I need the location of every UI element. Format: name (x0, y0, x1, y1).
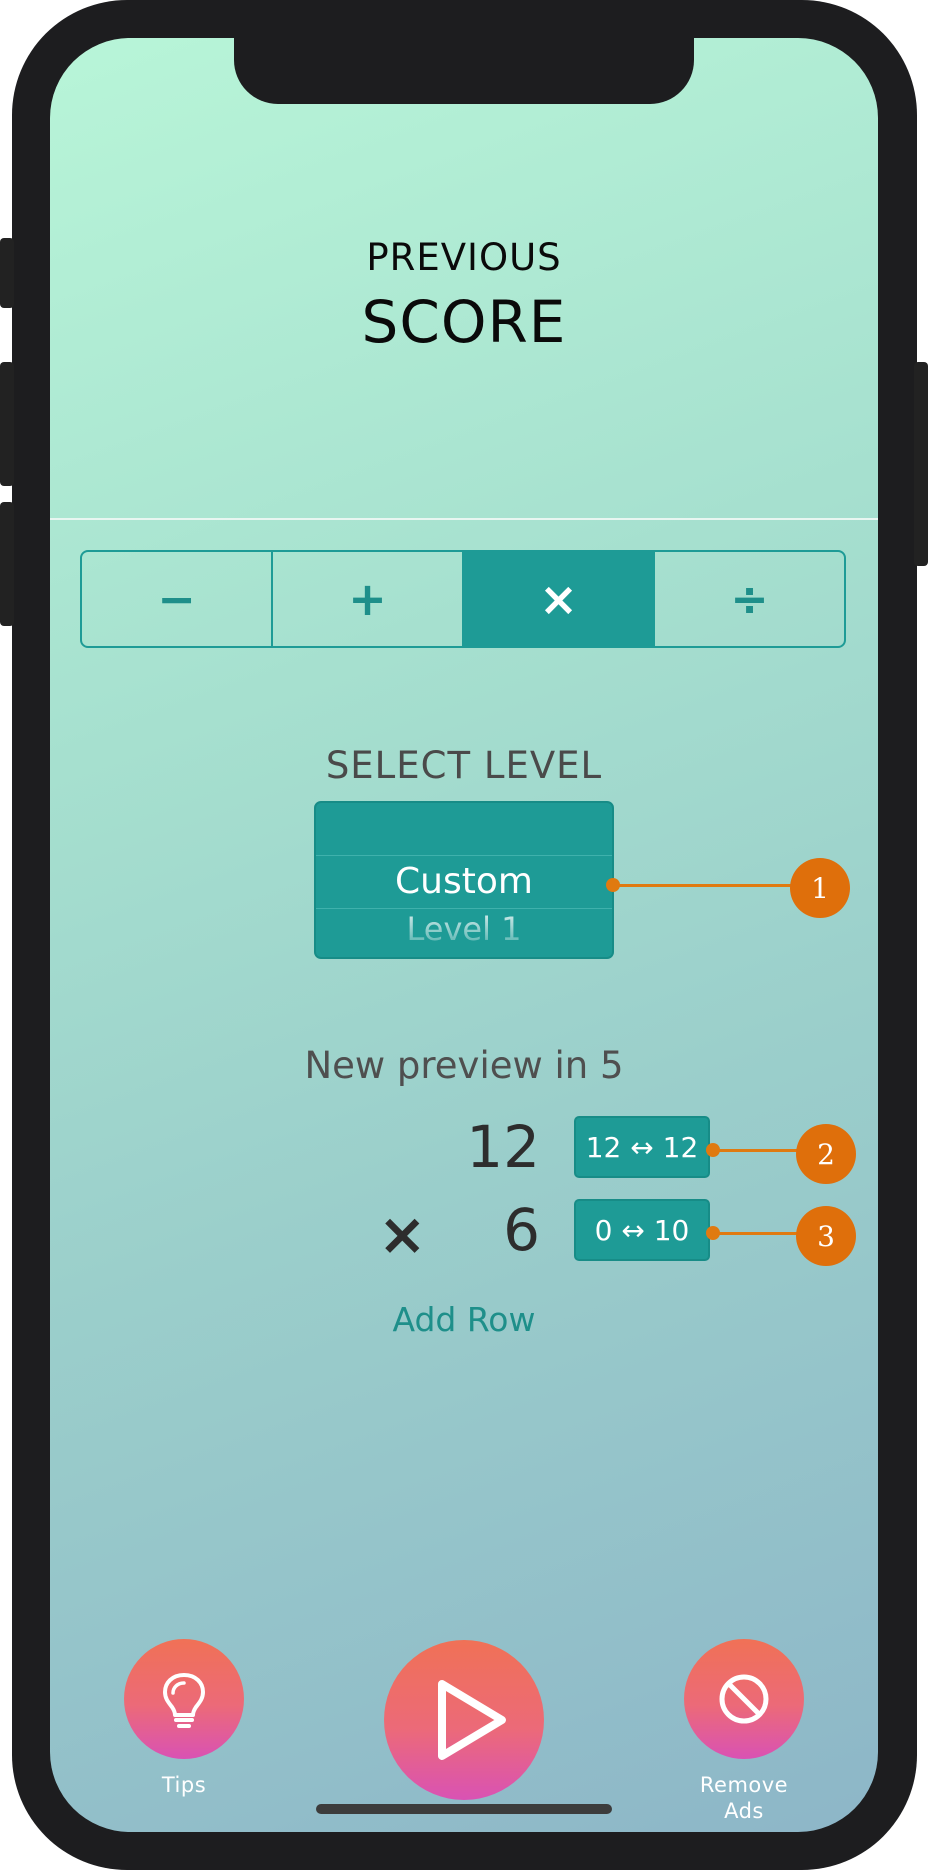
multiply-segment[interactable]: × (464, 552, 655, 646)
select-level-label: SELECT LEVEL (325, 744, 603, 787)
callout-3-line (714, 1232, 800, 1235)
notch (234, 38, 694, 104)
add-row-button[interactable]: Add Row (0, 1300, 928, 1339)
subtract-segment[interactable]: − (82, 552, 273, 646)
remove-ads-button[interactable] (684, 1639, 804, 1759)
picker-next-level[interactable]: Level 1 (316, 907, 612, 957)
preview-row-2-value: 6 (503, 1196, 540, 1264)
add-segment[interactable]: + (273, 552, 464, 646)
volume-up-button (0, 362, 14, 486)
header-divider (50, 518, 878, 520)
tips-label: Tips (161, 1773, 207, 1797)
power-button (914, 362, 928, 566)
callout-1-badge: 1 (790, 858, 850, 918)
remove-ads-label-line2: Ads (724, 1799, 764, 1823)
divide-segment[interactable]: ÷ (655, 552, 844, 646)
level-picker[interactable]: Custom Level 1 (314, 801, 614, 959)
preview-countdown: New preview in 5 (304, 1044, 624, 1087)
operation-selector: − + × ÷ (80, 550, 846, 648)
tips-button[interactable] (124, 1639, 244, 1759)
picker-selected-level[interactable]: Custom (316, 855, 612, 909)
remove-ads-label: Remove Ads (684, 1772, 804, 1824)
lightbulb-icon (163, 1673, 205, 1728)
callout-3-badge: 3 (796, 1206, 856, 1266)
home-indicator[interactable] (316, 1804, 612, 1814)
range-button-row-1[interactable]: 12 ↔ 12 (574, 1116, 710, 1178)
volume-down-button (0, 502, 14, 626)
range-button-row-2[interactable]: 0 ↔ 10 (574, 1199, 710, 1261)
play-icon (438, 1680, 506, 1760)
remove-ads-label-line1: Remove (699, 1773, 789, 1797)
previous-score-label: PREVIOUS (366, 236, 562, 279)
play-button[interactable] (384, 1640, 544, 1800)
callout-1-line (614, 884, 794, 887)
preview-row-1-value: 12 (466, 1113, 540, 1181)
callout-2-line (714, 1149, 800, 1152)
prohibited-icon (719, 1674, 769, 1724)
callout-2-badge: 2 (796, 1124, 856, 1184)
score-label: SCORE (361, 288, 567, 356)
